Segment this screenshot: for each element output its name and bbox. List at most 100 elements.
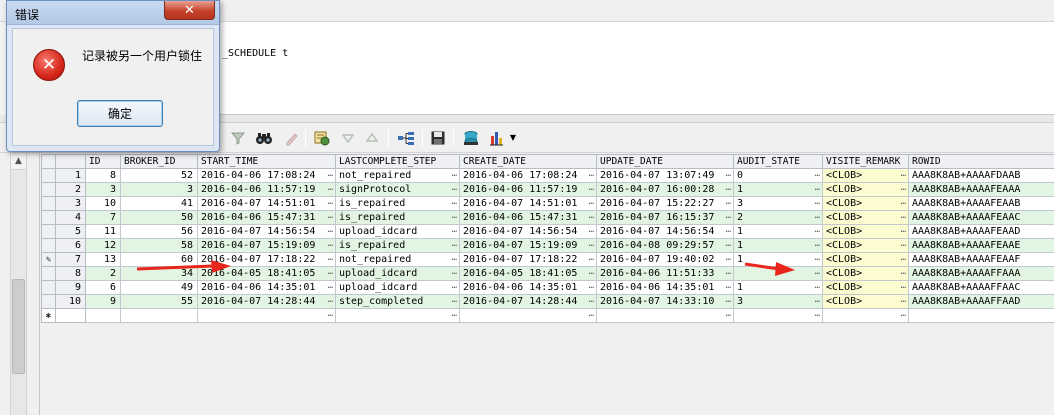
cell-id[interactable]: 7 — [85, 210, 121, 225]
cell-rowid[interactable]: AAA8K8AB+AAAAFEAAA — [908, 182, 1054, 197]
table-row[interactable]: 4 7 50 2016-04-06 15:47:31… is_repaired… 2016… — [41, 210, 1054, 225]
binoculars-icon[interactable] — [254, 128, 274, 148]
ellipsis-icon[interactable]: … — [726, 254, 731, 264]
dialog-close-button[interactable]: ✕ — [164, 1, 215, 20]
cell-rowid[interactable] — [908, 308, 1054, 323]
cell-start-time[interactable]: 2016-04-06 14:35:01… — [197, 280, 336, 295]
cell-step[interactable]: upload_idcard… — [335, 224, 460, 239]
row-number[interactable]: 2 — [55, 182, 86, 197]
cell-remark[interactable]: <CLOB>… — [822, 168, 909, 183]
ellipsis-icon[interactable]: … — [815, 170, 820, 180]
table-row[interactable]: ✎ 7 13 60 2016-04-07 17:18:22… not_repaired… 2… — [41, 252, 1054, 267]
row-indicator[interactable] — [41, 168, 56, 183]
ellipsis-icon[interactable]: … — [452, 268, 457, 278]
table-row[interactable]: 8 2 34 2016-04-05 18:41:05… upload_idcard… 20… — [41, 266, 1054, 281]
row-indicator[interactable] — [41, 196, 56, 211]
cell-audit-state[interactable]: 0… — [733, 168, 823, 183]
cell-remark[interactable]: <CLOB>… — [822, 252, 909, 267]
row-indicator[interactable] — [41, 266, 56, 281]
column-header[interactable]: LASTCOMPLETE_STEP — [335, 154, 460, 169]
sort-desc-icon[interactable] — [338, 128, 358, 148]
ellipsis-icon[interactable]: … — [726, 296, 731, 306]
cell-broker-id[interactable] — [120, 308, 198, 323]
cell-start-time[interactable]: 2016-04-07 14:56:54… — [197, 224, 336, 239]
cell-id[interactable]: 13 — [85, 252, 121, 267]
ellipsis-icon[interactable]: … — [815, 296, 820, 306]
ellipsis-icon[interactable]: … — [328, 170, 333, 180]
cell-create-date[interactable]: 2016-04-07 14:51:01… — [459, 196, 597, 211]
cell-start-time[interactable]: 2016-04-06 15:47:31… — [197, 210, 336, 225]
ellipsis-icon[interactable]: … — [815, 310, 820, 320]
cell-create-date[interactable]: 2016-04-05 18:41:05… — [459, 266, 597, 281]
ellipsis-icon[interactable]: … — [726, 184, 731, 194]
row-indicator[interactable] — [41, 182, 56, 197]
ellipsis-icon[interactable]: … — [901, 240, 906, 250]
ellipsis-icon[interactable]: … — [726, 170, 731, 180]
ellipsis-icon[interactable]: … — [452, 198, 457, 208]
cell-audit-state[interactable]: 3… — [733, 294, 823, 309]
edit-pencil-icon[interactable]: ✎ — [41, 252, 56, 267]
column-header[interactable]: UPDATE_DATE — [596, 154, 734, 169]
cell-start-time[interactable]: 2016-04-06 11:57:19… — [197, 182, 336, 197]
ellipsis-icon[interactable]: … — [815, 226, 820, 236]
ellipsis-icon[interactable]: … — [815, 254, 820, 264]
cell-audit-state[interactable]: 1… — [733, 238, 823, 253]
ellipsis-icon[interactable]: … — [815, 268, 820, 278]
ellipsis-icon[interactable]: … — [901, 198, 906, 208]
cell-create-date[interactable]: 2016-04-06 11:57:19… — [459, 182, 597, 197]
ellipsis-icon[interactable]: … — [589, 310, 594, 320]
cell-start-time[interactable]: 2016-04-06 17:08:24… — [197, 168, 336, 183]
cell-start-time[interactable]: 2016-04-07 14:51:01… — [197, 196, 336, 211]
ellipsis-icon[interactable]: … — [589, 198, 594, 208]
cell-broker-id[interactable]: 50 — [120, 210, 198, 225]
cell-remark[interactable]: <CLOB>… — [822, 266, 909, 281]
cell-update-date[interactable]: 2016-04-07 16:00:28… — [596, 182, 734, 197]
table-row[interactable]: 1 8 52 2016-04-06 17:08:24… not_repaired… 201… — [41, 168, 1054, 183]
ellipsis-icon[interactable]: … — [589, 282, 594, 292]
left-scrollbar[interactable]: ▲ — [10, 153, 27, 415]
cell-audit-state[interactable]: 2… — [733, 210, 823, 225]
cell-id[interactable]: 8 — [85, 168, 121, 183]
ellipsis-icon[interactable]: … — [452, 296, 457, 306]
ellipsis-icon[interactable]: … — [726, 240, 731, 250]
cell-audit-state[interactable]: … — [733, 308, 823, 323]
column-header[interactable]: ROWID — [908, 154, 1054, 169]
lookup-icon[interactable] — [282, 128, 302, 148]
cell-rowid[interactable]: AAA8K8AB+AAAAFFAAA — [908, 266, 1054, 281]
row-indicator[interactable] — [41, 294, 56, 309]
cell-step[interactable]: … — [335, 308, 460, 323]
row-indicator[interactable] — [41, 238, 56, 253]
cell-rowid[interactable]: AAA8K8AB+AAAAFEAAD — [908, 224, 1054, 239]
ellipsis-icon[interactable]: … — [452, 282, 457, 292]
export-icon[interactable] — [461, 128, 481, 148]
table-row[interactable]: 10 9 55 2016-04-07 14:28:44 … step_completed …… — [41, 294, 1054, 309]
cell-broker-id[interactable]: 60 — [120, 252, 198, 267]
ellipsis-icon[interactable]: … — [589, 296, 594, 306]
cell-create-date[interactable]: … — [459, 308, 597, 323]
cell-create-date[interactable]: 2016-04-06 17:08:24… — [459, 168, 597, 183]
row-number[interactable]: 6 — [55, 238, 86, 253]
column-header[interactable]: BROKER_ID — [120, 154, 198, 169]
cell-update-date[interactable]: 2016-04-07 15:22:27… — [596, 196, 734, 211]
cell-update-date[interactable]: 2016-04-07 16:15:37… — [596, 210, 734, 225]
row-indicator[interactable] — [41, 210, 56, 225]
ellipsis-icon[interactable]: … — [901, 282, 906, 292]
cell-id[interactable]: 10 — [85, 196, 121, 211]
row-number[interactable] — [55, 308, 86, 323]
ellipsis-icon[interactable]: … — [815, 282, 820, 292]
cell-broker-id[interactable]: 49 — [120, 280, 198, 295]
ellipsis-icon[interactable]: … — [901, 254, 906, 264]
cell-update-date[interactable]: 2016-04-07 14:33:10… — [596, 294, 734, 309]
row-number[interactable]: 8 — [55, 266, 86, 281]
column-header[interactable]: START_TIME — [197, 154, 336, 169]
cell-start-time[interactable]: 2016-04-07 14:28:44… — [197, 294, 336, 309]
ellipsis-icon[interactable]: … — [589, 268, 594, 278]
cell-create-date[interactable]: 2016-04-06 15:47:31… — [459, 210, 597, 225]
cell-create-date[interactable]: 2016-04-06 14:35:01… — [459, 280, 597, 295]
cell-remark[interactable]: <CLOB>… — [822, 294, 909, 309]
ellipsis-icon[interactable]: … — [815, 198, 820, 208]
ellipsis-icon[interactable]: … — [452, 254, 457, 264]
cell-start-time[interactable]: … — [197, 308, 336, 323]
ellipsis-icon[interactable]: … — [328, 212, 333, 222]
ellipsis-icon[interactable]: … — [328, 310, 333, 320]
